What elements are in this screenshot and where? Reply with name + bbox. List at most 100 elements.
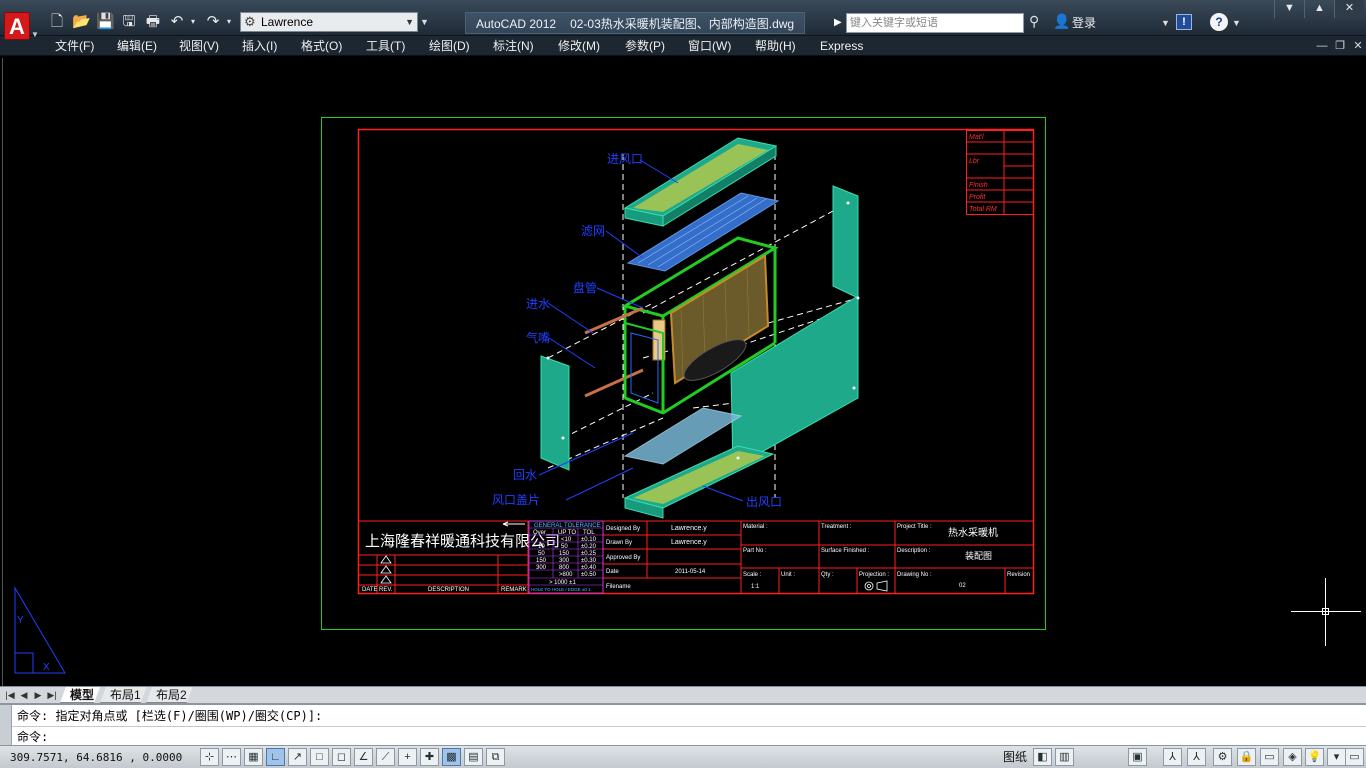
crosshair-cursor — [1291, 578, 1361, 646]
tol-cell: ±0.10 — [581, 537, 597, 543]
label-filter: 滤网 — [581, 224, 605, 238]
close-button[interactable]: ✕ — [1334, 0, 1364, 18]
menu-express[interactable]: Express — [820, 36, 863, 56]
command-separator — [12, 726, 1366, 727]
print-icon[interactable]: 🖶 — [144, 12, 162, 32]
menu-tools[interactable]: 工具(T) — [366, 36, 405, 56]
hardware-acceleration-icon[interactable]: ▭ — [1260, 748, 1279, 766]
window-title: AutoCAD 2012 02-03热水采暖机装配图、内部构造图.dwg — [465, 12, 806, 34]
exchange-icon[interactable]: ! — [1176, 14, 1192, 30]
menu-format[interactable]: 格式(O) — [301, 36, 342, 56]
isolate-objects-icon[interactable]: ◈ — [1283, 748, 1302, 766]
user-icon[interactable]: 👤 — [1053, 13, 1070, 30]
infer-constraints-icon[interactable]: ⊹ — [200, 748, 219, 766]
polar-icon[interactable]: ↗ — [288, 748, 307, 766]
clean-screen-icon[interactable]: ▭ — [1345, 748, 1364, 766]
doc-minimize-button[interactable]: — — [1314, 38, 1330, 54]
menu-view[interactable]: 视图(V) — [179, 36, 219, 56]
new-icon[interactable]: 🗋 — [48, 12, 66, 32]
tol-cell: ±0.50 — [581, 572, 597, 578]
ortho-icon[interactable]: ∟ — [266, 748, 285, 766]
quick-view-layouts-icon[interactable]: ◧ — [1033, 748, 1052, 766]
tab-model[interactable]: 模型 — [60, 687, 100, 703]
tol-footer: > 1000 ±1 — [549, 580, 576, 586]
undo-icon[interactable]: ↶ — [168, 12, 186, 32]
transparency-icon[interactable]: ▩ — [442, 748, 461, 766]
maximize-viewport-icon[interactable]: ▣ — [1128, 748, 1147, 766]
doc-restore-button[interactable]: ❐ — [1332, 38, 1348, 54]
next-tab-icon[interactable]: ▶ — [32, 688, 44, 702]
annotation-visibility-icon[interactable]: ⅄ — [1187, 748, 1206, 766]
quick-view-drawings-icon[interactable]: ▥ — [1055, 748, 1074, 766]
tol-cell: ±0.25 — [581, 551, 597, 557]
application-menu-button[interactable]: A ▼ — [0, 4, 40, 46]
menu-help[interactable]: 帮助(H) — [755, 36, 796, 56]
redo-icon[interactable]: ↷ — [204, 12, 222, 32]
tol-cell: 50 — [538, 551, 545, 557]
coordinates-display[interactable]: 309.7571, 64.6816 , 0.0000 — [10, 749, 182, 766]
tab-layout2[interactable]: 布局2 — [146, 687, 193, 703]
part-no-label: Part No : — [743, 548, 767, 554]
menu-edit[interactable]: 编辑(E) — [117, 36, 157, 56]
maximize-button[interactable]: ▲ — [1304, 0, 1334, 18]
prev-tab-icon[interactable]: ◀ — [18, 688, 30, 702]
menu-insert[interactable]: 插入(I) — [242, 36, 277, 56]
tab-layout1[interactable]: 布局1 — [100, 687, 147, 703]
drawn-by-label: Drawn By — [606, 540, 632, 546]
ucs-dynamic-icon[interactable]: ⟋ — [376, 748, 395, 766]
autocad-logo-icon: A — [4, 12, 30, 40]
chevron-down-icon: ▼ — [31, 30, 39, 39]
workspace-select[interactable]: ⚙ Lawrence ▼ — [240, 12, 418, 32]
workspace-switch-icon[interactable]: ⚙ — [1213, 748, 1232, 766]
snap-icon[interactable]: ⋯ — [222, 748, 241, 766]
doc-close-button[interactable]: ✕ — [1350, 38, 1366, 54]
login-button[interactable]: 登录 — [1072, 14, 1096, 32]
grid-icon[interactable]: ▦ — [244, 748, 263, 766]
chevron-down-icon[interactable]: ▼ — [1161, 14, 1170, 32]
menu-draw[interactable]: 绘图(D) — [429, 36, 470, 56]
qty-label: Qty : — [821, 572, 834, 578]
annotation-scale-icon[interactable]: ⅄ — [1163, 748, 1182, 766]
command-window-grip[interactable] — [0, 705, 12, 745]
first-tab-icon[interactable]: |◀ — [4, 688, 16, 702]
binoculars-icon[interactable]: ⚲ — [1029, 13, 1039, 30]
drawing-no-label: Drawing No : — [897, 572, 932, 578]
dyn-input-icon[interactable]: + — [398, 748, 417, 766]
tol-cell: 300 — [536, 565, 547, 571]
menu-file[interactable]: 文件(F) — [55, 36, 94, 56]
save-icon[interactable]: 💾 — [96, 12, 115, 32]
3d-osnap-icon[interactable]: ◻ — [332, 748, 351, 766]
chevron-down-icon: ▼ — [405, 17, 414, 27]
minimize-button[interactable]: ▼ — [1274, 0, 1304, 18]
drawing-canvas[interactable]: Mat'l Lbr Finish Profit Total RM 进风口 滤网 … — [2, 58, 1366, 686]
search-expand-icon[interactable]: ▶ — [834, 13, 846, 33]
lock-icon[interactable]: 🔒 — [1237, 748, 1256, 766]
osnap-icon[interactable]: □ — [310, 748, 329, 766]
command-input[interactable]: 命令: — [17, 728, 48, 746]
paper-space-label[interactable]: 图纸 — [1003, 749, 1027, 766]
tol-cell: 150 — [559, 551, 570, 557]
menu-window[interactable]: 窗口(W) — [688, 36, 731, 56]
menu-modify[interactable]: 修改(M) — [558, 36, 600, 56]
redo-dropdown-icon[interactable]: ▾ — [224, 12, 234, 32]
tol-header-tol: TOL — [583, 530, 595, 536]
quick-properties-icon[interactable]: ▤ — [464, 748, 483, 766]
otrack-icon[interactable]: ∠ — [354, 748, 373, 766]
lineweight-icon[interactable]: ✚ — [420, 748, 439, 766]
selection-cycling-icon[interactable]: ⧉ — [486, 748, 505, 766]
drawing-svg[interactable]: Mat'l Lbr Finish Profit Total RM 进风口 滤网 … — [3, 58, 1366, 686]
tol-cell: 50 — [561, 544, 568, 550]
open-icon[interactable]: 📂 — [72, 12, 91, 32]
status-bar-menu-icon[interactable]: ▾ — [1327, 748, 1346, 766]
undo-dropdown-icon[interactable]: ▾ — [188, 12, 198, 32]
last-tab-icon[interactable]: ▶| — [46, 688, 58, 702]
save-as-icon[interactable]: 🖫 — [120, 12, 138, 32]
menu-parametric[interactable]: 参数(P) — [625, 36, 665, 56]
search-input[interactable]: 键入关键字或短语 — [846, 13, 1024, 33]
bulb-icon[interactable]: 💡 — [1305, 748, 1324, 766]
quick-access-customize-icon[interactable]: ▼ — [420, 12, 432, 32]
help-icon[interactable]: ? — [1210, 13, 1228, 31]
menu-dimension[interactable]: 标注(N) — [493, 36, 534, 56]
ucs-x-label: X — [43, 662, 50, 673]
chevron-down-icon[interactable]: ▼ — [1232, 14, 1241, 32]
